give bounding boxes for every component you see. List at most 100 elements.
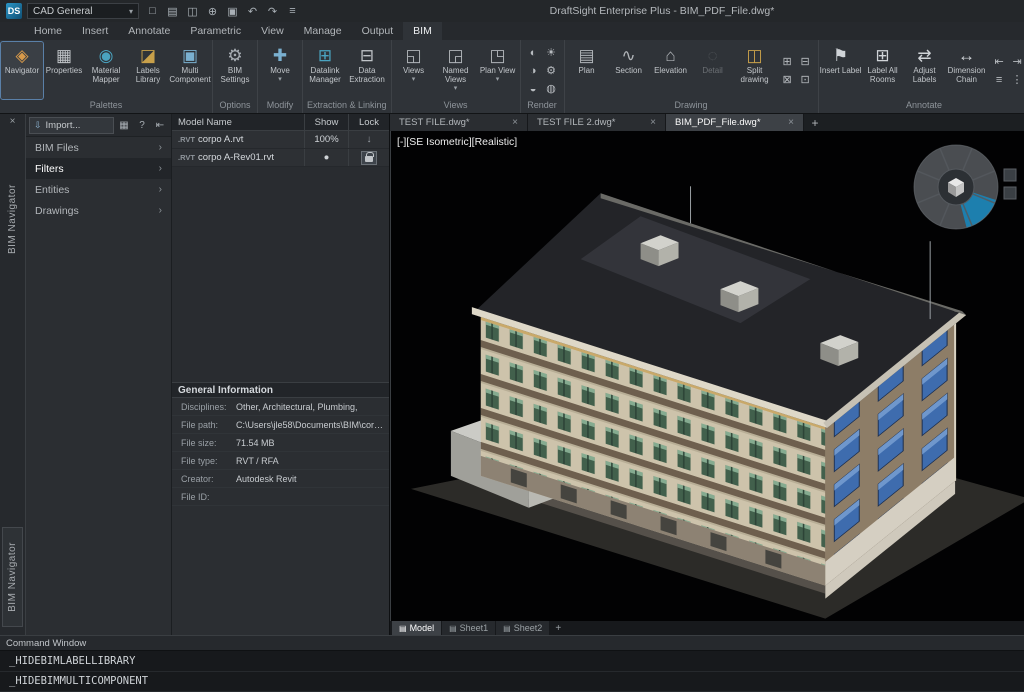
ribbon-tab-parametric[interactable]: Parametric <box>180 22 251 40</box>
close-icon[interactable]: × <box>650 117 656 128</box>
redo-icon[interactable]: ↷ <box>264 3 281 20</box>
table-row[interactable]: .RVTcorpo A.rvt100%↓ <box>172 131 389 149</box>
command-line[interactable]: _HIDEBIMMULTICOMPONENT <box>0 672 1024 692</box>
column-header-show[interactable]: Show <box>305 114 349 130</box>
plan-view-icon: ◳ <box>490 44 506 67</box>
save-icon[interactable]: ◫ <box>184 3 201 20</box>
close-icon[interactable]: × <box>512 117 518 128</box>
ribbon-button-material-mapper[interactable]: ◉Material Mapper <box>85 42 127 99</box>
drawing-option-1-icon[interactable]: ⊞ <box>779 53 796 70</box>
insert-arrow-icon[interactable]: ↓ <box>367 134 372 145</box>
ribbon-button-section[interactable]: ∿Section <box>608 42 650 99</box>
ribbon-button-label: Datalink Manager <box>304 67 346 85</box>
close-icon[interactable]: × <box>788 117 794 128</box>
ribbon-button-navigator[interactable]: ◈Navigator <box>1 42 43 99</box>
ribbon-button-label: Split drawing <box>734 67 776 85</box>
ribbon-tab-output[interactable]: Output <box>352 22 404 40</box>
ribbon-button-label: Detail <box>702 67 722 76</box>
dimension-chain-icon: ↔ <box>958 44 975 67</box>
sheet-tab-model[interactable]: ▤Model <box>392 621 441 635</box>
ribbon-tab-manage[interactable]: Manage <box>294 22 352 40</box>
document-tab-test-file-2-dwg[interactable]: TEST FILE 2.dwg*× <box>528 114 666 131</box>
close-panel-icon[interactable]: × <box>0 116 25 127</box>
ribbon-button-named-views[interactable]: ◲Named Views▾ <box>435 42 477 99</box>
show-value[interactable]: 100% <box>314 134 338 145</box>
sidebar-item-drawings[interactable]: Drawings› <box>26 200 171 221</box>
ribbon-button-views[interactable]: ◱Views▾ <box>393 42 435 99</box>
annotate-option-1-icon[interactable]: ⇤ <box>991 53 1008 70</box>
sidebar-item-bim-files[interactable]: BIM Files› <box>26 137 171 158</box>
quick-access-toolbar: □▤◫⊕▣↶↷≡ <box>144 3 301 20</box>
open-file-icon[interactable]: ▤ <box>164 3 181 20</box>
print-icon[interactable]: ⊕ <box>204 3 221 20</box>
drawing-option-2-icon[interactable]: ⊟ <box>797 53 814 70</box>
ribbon-button-move[interactable]: ✚Move▾ <box>259 42 301 99</box>
grid-view-icon[interactable]: ▦ <box>116 117 132 133</box>
document-tab-test-file-dwg[interactable]: TEST FILE.dwg*× <box>390 114 528 131</box>
ribbon-button-label: Plan <box>579 67 595 76</box>
drawing-viewport[interactable]: [-][SE Isometric][Realistic] <box>390 131 1024 621</box>
wheel-option-button-2[interactable] <box>1004 187 1016 199</box>
column-header-model-name[interactable]: Model Name <box>172 114 305 130</box>
toolbar-options-icon[interactable]: ≡ <box>284 3 301 20</box>
ribbon-tab-view[interactable]: View <box>251 22 294 40</box>
ribbon-button-adjust-labels[interactable]: ⇄Adjust Labels <box>904 42 946 99</box>
ribbon-button-split-drawing[interactable]: ◫Split drawing <box>734 42 776 99</box>
new-tab-button[interactable]: + <box>804 114 826 131</box>
ribbon-tab-annotate[interactable]: Annotate <box>118 22 180 40</box>
ribbon-button-bim-settings[interactable]: ⚙BIM Settings <box>214 42 256 99</box>
undo-icon[interactable]: ↶ <box>244 3 261 20</box>
drawing-option-3-icon[interactable]: ⊠ <box>779 71 796 88</box>
ribbon-button-dimension-chain[interactable]: ↔Dimension Chain <box>946 42 988 99</box>
chevron-down-icon: ▾ <box>496 76 500 83</box>
materials-icon[interactable]: ◑ <box>525 62 542 79</box>
show-value[interactable]: ● <box>324 152 330 163</box>
document-tab-bim-pdf-file-dwg[interactable]: BIM_PDF_File.dwg*× <box>666 114 804 131</box>
table-row[interactable]: .RVTcorpo A-Rev01.rvt● <box>172 149 389 167</box>
ribbon-button-plan[interactable]: ▤Plan <box>566 42 608 99</box>
sidebar-item-filters[interactable]: Filters› <box>26 158 171 179</box>
ribbon-button-plan-view[interactable]: ◳Plan View▾ <box>477 42 519 99</box>
annotate-option-3-icon[interactable]: ≡ <box>991 71 1008 88</box>
lights-icon[interactable]: ☀ <box>543 44 560 61</box>
wheel-option-button-1[interactable] <box>1004 169 1016 181</box>
workspace-selector[interactable]: CAD General ▾ <box>27 3 139 19</box>
column-header-lock[interactable]: Lock <box>349 114 389 130</box>
ribbon-button-label-all-rooms[interactable]: ⊞Label All Rooms <box>862 42 904 99</box>
navigation-wheel[interactable] <box>908 139 1020 235</box>
ribbon-button-label: Navigator <box>5 67 39 76</box>
ribbon-button-multi-component[interactable]: ▣Multi Component <box>169 42 211 99</box>
ribbon-button-insert-label[interactable]: ⚑Insert Label <box>820 42 862 99</box>
help-icon[interactable]: ? <box>134 117 150 133</box>
import-button-label: Import... <box>46 120 81 131</box>
command-window-title[interactable]: Command Window <box>0 636 1024 651</box>
label-all-rooms-icon: ⊞ <box>875 44 889 67</box>
sheet-tab-sheet2[interactable]: ▤Sheet2 <box>496 621 549 635</box>
view-style-label[interactable]: [-][SE Isometric][Realistic] <box>397 136 517 148</box>
ribbon-tab-bim[interactable]: BIM <box>403 22 442 40</box>
lock-icon[interactable] <box>361 151 377 165</box>
ribbon-button-labels-library[interactable]: ◪Labels Library <box>127 42 169 99</box>
import-button[interactable]: ⇩ Import... <box>29 117 114 134</box>
drawing-option-4-icon[interactable]: ⊡ <box>797 71 814 88</box>
ribbon-tab-home[interactable]: Home <box>24 22 72 40</box>
ribbon-button-elevation[interactable]: ⌂Elevation <box>650 42 692 99</box>
render-icon[interactable]: ◐ <box>525 44 542 61</box>
collapse-panel-icon[interactable]: ⇤ <box>152 117 168 133</box>
ribbon-button-properties[interactable]: ▦Properties <box>43 42 85 99</box>
ribbon-button-data-extraction[interactable]: ⊟Data Extraction <box>346 42 388 99</box>
bim-navigator-tab[interactable]: BIM Navigator <box>2 527 23 627</box>
add-sheet-button[interactable]: + <box>550 621 566 635</box>
command-line[interactable]: _HIDEBIMLABELLIBRARY <box>0 651 1024 672</box>
sheet-tab-sheet1[interactable]: ▤Sheet1 <box>442 621 495 635</box>
annotate-option-4-icon[interactable]: ⋮ <box>1009 71 1024 88</box>
ribbon-tab-insert[interactable]: Insert <box>72 22 118 40</box>
render-region-icon[interactable]: ◍ <box>543 80 560 97</box>
render-settings-icon[interactable]: ⚙ <box>543 62 560 79</box>
annotate-option-2-icon[interactable]: ⇥ <box>1009 53 1024 70</box>
ribbon-button-datalink-manager[interactable]: ⊞Datalink Manager <box>304 42 346 99</box>
sidebar-item-entities[interactable]: Entities› <box>26 179 171 200</box>
environment-icon[interactable]: ◒ <box>525 80 542 97</box>
new-file-icon[interactable]: □ <box>144 3 161 20</box>
publish-icon[interactable]: ▣ <box>224 3 241 20</box>
